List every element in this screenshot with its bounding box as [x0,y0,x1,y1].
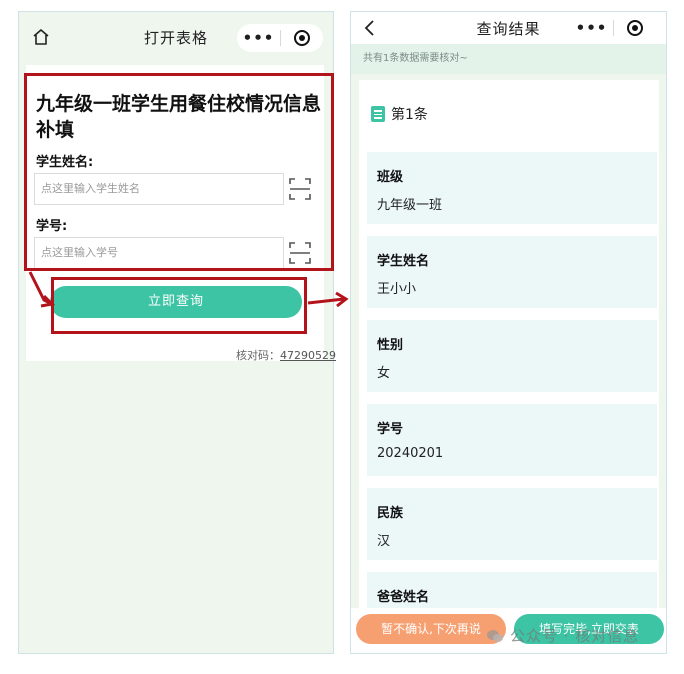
more-icon[interactable]: ••• [570,14,613,42]
field-key: 学生姓名 [377,254,430,269]
right-nav-title: 查询结果 [476,19,541,38]
back-icon[interactable] [363,18,377,38]
field-value: 女 [377,366,391,381]
verify-hint: 共有1条数据需要核对~ [351,44,666,74]
target-icon[interactable] [614,20,656,36]
wechat-icon [487,629,503,642]
results-area: 第1条 班级 九年级一班 学生姓名 王小小 性别 女 学号 20240201 民… [351,74,666,644]
confirm-later-button[interactable]: 暂不确认,下次再说 [356,614,506,644]
field-gender: 性别 女 [367,320,657,392]
record-title: 第1条 [391,107,428,123]
right-phone: 查询结果 ••• 共有1条数据需要核对~ 第1条 班级 九年级一班 学生姓名 王… [350,11,667,654]
field-value: 王小小 [377,282,417,297]
watermark-text: 公众号 · 核对信息 [510,627,640,645]
field-key: 性别 [377,338,404,353]
watermark: 公众号 · 核对信息 [486,625,639,646]
field-value: 九年级一班 [377,198,443,213]
right-nav-bar: 查询结果 ••• [351,12,666,44]
field-class: 班级 九年级一班 [367,152,657,224]
screenshot-root: 打开表格 ••• 九年级一班学生用餐住校情况信息补填 学生姓名: 点这里输入学生… [0,0,684,674]
field-key: 学号 [377,422,404,437]
field-key: 爸爸姓名 [377,590,430,605]
field-key: 民族 [377,506,404,521]
doc-icon [371,106,385,122]
field-value: 汉 [377,534,391,549]
record-card: 第1条 班级 九年级一班 学生姓名 王小小 性别 女 学号 20240201 民… [359,80,659,644]
field-student-id: 学号 20240201 [367,404,657,476]
right-capsule: ••• [570,14,656,42]
field-value: 20240201 [377,446,444,461]
field-ethnicity: 民族 汉 [367,488,657,560]
field-student-name: 学生姓名 王小小 [367,236,657,308]
record-header: 第1条 [371,104,428,124]
field-key: 班级 [377,170,404,185]
